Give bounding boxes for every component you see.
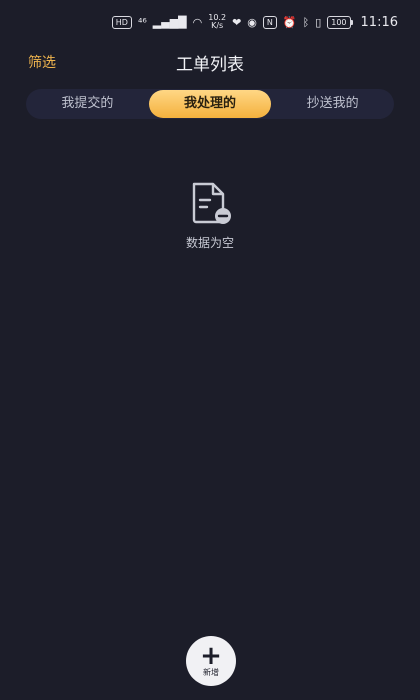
tab-cc-to-me[interactable]: 抄送我的 — [271, 90, 394, 118]
plus-icon: + — [200, 641, 222, 671]
tab-submitted-by-me[interactable]: 我提交的 — [26, 90, 149, 118]
message-icon: ◉ — [247, 15, 257, 29]
network-speed-unit: K/s — [211, 21, 224, 30]
clock: 11:16 — [360, 14, 398, 30]
wifi-icon: ◠ — [192, 15, 203, 29]
alarm-icon: ⏰ — [282, 15, 297, 29]
bluetooth-icon: ᛒ — [302, 15, 310, 29]
document-minus-icon — [192, 182, 231, 224]
vibrate-icon: ▯ — [315, 15, 322, 29]
empty-state-message: 数据为空 — [185, 236, 234, 250]
network-speed: 10.2 K/s — [208, 14, 226, 30]
tab-strip: 我提交的 我处理的 抄送我的 — [26, 89, 394, 119]
battery-indicator: 100 — [327, 15, 353, 29]
heart-icon: ❤ — [232, 15, 242, 29]
add-button-label: 新增 — [203, 668, 219, 677]
status-bar: HD ⁴⁶ ▂▄▆█ ◠ 10.2 K/s ❤ ◉ N ⏰ ᛒ ▯ 100 11… — [0, 0, 420, 44]
hd-indicator: HD — [111, 15, 132, 29]
add-work-order-button[interactable]: + 新增 — [186, 636, 236, 686]
network-type-indicator: ⁴⁶ — [137, 15, 147, 29]
tab-handled-by-me[interactable]: 我处理的 — [148, 90, 272, 118]
nfc-icon: N — [262, 15, 277, 29]
page-title: 工单列表 — [176, 55, 244, 75]
empty-state: 数据为空 — [0, 178, 420, 251]
signal-icon: ▂▄▆█ — [152, 15, 187, 29]
header: 筛选 工单列表 — [0, 44, 420, 80]
